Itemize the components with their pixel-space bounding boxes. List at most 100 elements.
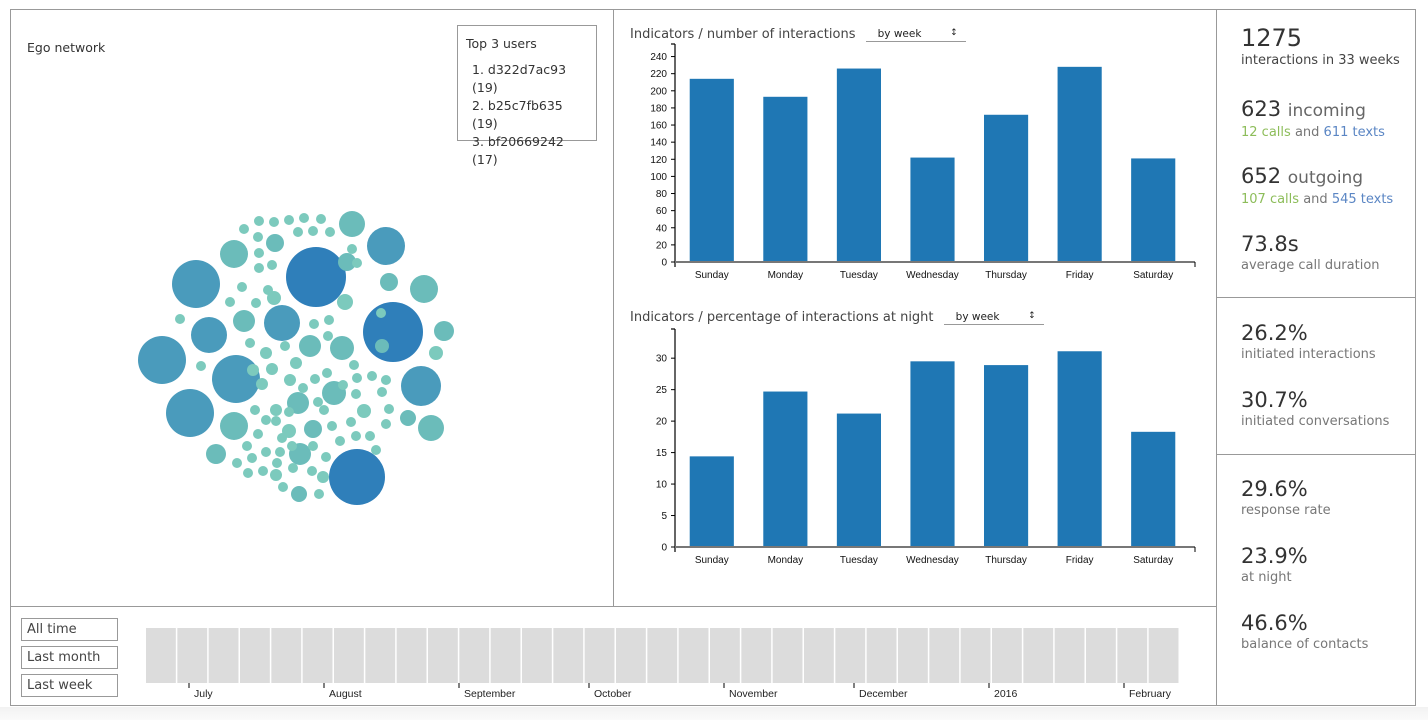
contact-node[interactable]: [258, 466, 268, 476]
contact-node[interactable]: [327, 421, 337, 431]
contact-node[interactable]: [299, 213, 309, 223]
timeline-week-cell[interactable]: [428, 628, 458, 683]
contact-node[interactable]: [400, 410, 416, 426]
contact-node[interactable]: [434, 321, 454, 341]
contact-node[interactable]: [272, 458, 282, 468]
contact-node[interactable]: [330, 336, 354, 360]
contact-node[interactable]: [346, 417, 356, 427]
contact-node[interactable]: [418, 415, 444, 441]
contact-node[interactable]: [166, 389, 214, 437]
contact-node[interactable]: [288, 463, 298, 473]
contact-node[interactable]: [376, 308, 386, 318]
contact-node[interactable]: [349, 360, 359, 370]
contact-node[interactable]: [220, 412, 248, 440]
bar-sunday[interactable]: [689, 78, 734, 262]
timeline-week-cell[interactable]: [365, 628, 396, 683]
contact-node[interactable]: [172, 260, 220, 308]
contact-node[interactable]: [316, 214, 326, 224]
contact-node[interactable]: [352, 258, 362, 268]
contact-node[interactable]: [266, 363, 278, 375]
contact-node[interactable]: [212, 355, 260, 403]
bar-tuesday[interactable]: [836, 413, 881, 547]
timeline-week-cell[interactable]: [1117, 628, 1148, 683]
contact-node[interactable]: [290, 357, 302, 369]
timeline-week-cell[interactable]: [804, 628, 834, 683]
contact-node[interactable]: [225, 297, 235, 307]
timeline-week-cell[interactable]: [396, 628, 427, 683]
bar-thursday[interactable]: [984, 365, 1029, 547]
contact-node[interactable]: [381, 375, 391, 385]
contact-node[interactable]: [347, 244, 357, 254]
timeline-brush[interactable]: July August September October November Decemb…: [140, 620, 1200, 705]
contact-node[interactable]: [363, 302, 423, 362]
contact-node[interactable]: [381, 419, 391, 429]
contact-node[interactable]: [254, 216, 264, 226]
contact-node[interactable]: [256, 378, 268, 390]
contact-node[interactable]: [271, 416, 281, 426]
timeline-week-cell[interactable]: [1054, 628, 1085, 683]
bar-monday[interactable]: [763, 391, 808, 547]
contact-node[interactable]: [266, 234, 284, 252]
contact-node[interactable]: [242, 441, 252, 451]
contact-node[interactable]: [351, 389, 361, 399]
contact-node[interactable]: [247, 364, 259, 376]
timeline-week-cell[interactable]: [208, 628, 239, 683]
contact-node[interactable]: [351, 431, 361, 441]
timeline-week-cell[interactable]: [616, 628, 646, 683]
top-user-item[interactable]: 3. bf20669242 (17): [472, 133, 588, 169]
bar-friday[interactable]: [1057, 66, 1102, 262]
contact-node[interactable]: [325, 227, 335, 237]
bar-wednesday[interactable]: [910, 157, 955, 262]
contact-node[interactable]: [339, 211, 365, 237]
timeline-week-cell[interactable]: [710, 628, 740, 683]
timeline-week-cell[interactable]: [584, 628, 615, 683]
timeline-week-cell[interactable]: [898, 628, 928, 683]
top-user-item[interactable]: 2. b25c7fb635 (19): [472, 97, 588, 133]
contact-node[interactable]: [267, 291, 281, 305]
contact-node[interactable]: [410, 275, 438, 303]
contact-node[interactable]: [299, 335, 321, 357]
timeline-week-cell[interactable]: [866, 628, 897, 683]
timeline-week-cell[interactable]: [146, 628, 176, 683]
all-time-range-button[interactable]: All time range: [21, 618, 118, 658]
contact-node[interactable]: [357, 404, 371, 418]
contact-node[interactable]: [254, 248, 264, 258]
timeline-week-cell[interactable]: [522, 628, 552, 683]
timeline-week-cell[interactable]: [741, 628, 772, 683]
contact-node[interactable]: [291, 486, 307, 502]
contact-node[interactable]: [307, 466, 317, 476]
contact-node[interactable]: [261, 415, 271, 425]
contact-node[interactable]: [322, 368, 332, 378]
contact-node[interactable]: [335, 436, 345, 446]
contact-node[interactable]: [250, 405, 260, 415]
timeline-week-cell[interactable]: [772, 628, 803, 683]
contact-node[interactable]: [284, 215, 294, 225]
contact-node[interactable]: [367, 371, 377, 381]
contact-node[interactable]: [275, 447, 285, 457]
contact-node[interactable]: [375, 339, 389, 353]
contact-node[interactable]: [319, 405, 329, 415]
contact-node[interactable]: [308, 441, 318, 451]
timeline-week-cell[interactable]: [302, 628, 333, 683]
bar-tuesday[interactable]: [836, 68, 881, 262]
contact-node[interactable]: [323, 331, 333, 341]
timeline-week-cell[interactable]: [1148, 628, 1179, 683]
contact-node[interactable]: [191, 317, 227, 353]
contact-node[interactable]: [247, 453, 257, 463]
timeline-week-cell[interactable]: [992, 628, 1022, 683]
bar-sunday[interactable]: [689, 456, 734, 547]
contact-node[interactable]: [365, 431, 375, 441]
contact-node[interactable]: [337, 294, 353, 310]
contact-node[interactable]: [284, 374, 296, 386]
contact-node[interactable]: [267, 260, 277, 270]
contact-node[interactable]: [280, 341, 290, 351]
contact-node[interactable]: [260, 347, 272, 359]
contact-node[interactable]: [380, 273, 398, 291]
contact-node[interactable]: [287, 441, 297, 451]
bar-saturday[interactable]: [1131, 158, 1176, 262]
contact-node[interactable]: [243, 468, 253, 478]
contact-node[interactable]: [138, 336, 186, 384]
night-period-select[interactable]: by week ↕: [943, 311, 1044, 325]
contact-node[interactable]: [352, 373, 362, 383]
timeline-week-cell[interactable]: [960, 628, 991, 683]
